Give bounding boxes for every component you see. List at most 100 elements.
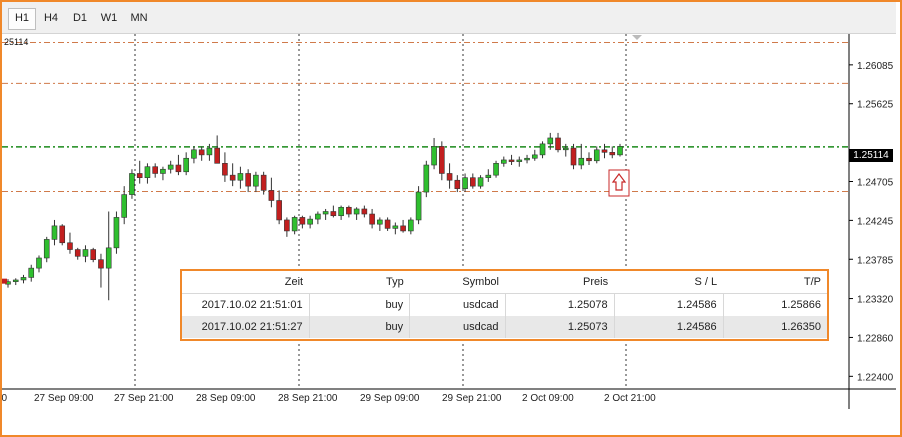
cell-sl: 1.24586 (614, 293, 724, 316)
price-axis-label: 1.22860 (857, 333, 894, 344)
cell-time: 2017.10.02 21:51:01 (182, 293, 310, 316)
candle-body (276, 200, 282, 221)
tf-h1-button[interactable]: H1 (8, 8, 36, 30)
tf-d1-button[interactable]: D1 (68, 8, 92, 28)
candle (214, 135, 220, 164)
candle (369, 208, 375, 229)
candle (183, 152, 189, 176)
candle (152, 163, 158, 178)
candle-body (59, 225, 66, 244)
candle-body (129, 173, 135, 195)
candle-body (555, 137, 561, 151)
table-row[interactable]: 2017.10.02 21:51:27 buy usdcad 1.25073 1… (182, 316, 827, 338)
time-axis-label: 2 Oct 21:00 (604, 393, 656, 404)
time-axis-label: 27 Sep 09:00 (34, 393, 94, 404)
candle (508, 154, 515, 166)
timeframe-toolbar: H1 H4 D1 W1 MN (2, 2, 896, 34)
cell-symbol: usdcad (409, 293, 506, 316)
candle (129, 169, 135, 199)
candle-body (322, 211, 329, 215)
time-axis-label: 27 Sep 21:00 (114, 393, 174, 404)
candle (454, 175, 461, 193)
candle-body (237, 173, 244, 181)
candle (524, 154, 530, 164)
candle (260, 171, 267, 195)
candle (555, 132, 561, 153)
candle (20, 274, 27, 284)
candle-body (315, 213, 321, 220)
candle (485, 169, 492, 182)
candle-body (617, 146, 623, 156)
candle-body (260, 174, 267, 191)
candle-body (423, 164, 430, 193)
time-axis-label: 29 Sep 21:00 (442, 393, 502, 404)
candle-body (67, 242, 73, 250)
candle-body (493, 163, 499, 176)
price-axis-label: 1.24705 (857, 177, 894, 188)
candle-body (570, 147, 577, 166)
candle (12, 278, 19, 286)
candle-body (485, 174, 492, 178)
candle-body (167, 164, 174, 170)
candle-body (214, 147, 220, 164)
candle-body (384, 219, 391, 229)
candle-body (586, 157, 592, 162)
candle-body (253, 174, 259, 187)
col-tp: T/P (723, 271, 827, 294)
tf-mn-button[interactable]: MN (126, 8, 152, 28)
candle (377, 217, 383, 231)
table-row[interactable]: 2017.10.02 21:51:01 buy usdcad 1.25078 1… (182, 293, 827, 316)
candle-body (439, 146, 445, 174)
candle (167, 160, 174, 174)
candle (268, 177, 275, 208)
candle (384, 217, 391, 231)
candle (191, 146, 197, 164)
cell-symbol: usdcad (409, 316, 506, 338)
candle-body (578, 157, 585, 166)
candle (67, 232, 73, 254)
candle-body (392, 225, 399, 229)
candle-body (36, 257, 42, 269)
candle (59, 224, 66, 246)
time-axis-label: 29 Sep 09:00 (360, 393, 420, 404)
candle (500, 156, 507, 167)
candle-body (361, 208, 368, 215)
candle-body (113, 217, 120, 249)
candle (446, 163, 453, 189)
col-preis: Preis (505, 271, 615, 294)
candle-body (268, 190, 275, 201)
candle (578, 143, 585, 170)
candle-body (562, 147, 569, 151)
col-typ: Typ (309, 271, 410, 294)
candle (237, 166, 244, 189)
price-axis-label: 1.23785 (857, 255, 894, 266)
candle-body (470, 177, 476, 187)
candle-body (206, 147, 213, 156)
candle (570, 143, 577, 170)
price-axis-label: 1.24245 (857, 216, 894, 227)
candle (593, 146, 600, 164)
candle (98, 253, 104, 288)
price-marker-left (2, 278, 7, 284)
candle-body (51, 225, 58, 240)
candle (353, 207, 360, 220)
candle-body (144, 166, 151, 178)
price-chart[interactable]: 1.26085 1.25625 1.24705 1.24245 1.23785 1.233… (2, 34, 896, 409)
price-axis-label: 1.26085 (857, 61, 894, 72)
candle (113, 211, 120, 254)
tf-w1-button[interactable]: W1 (97, 8, 121, 28)
price-axis-label: 1.25625 (857, 100, 894, 111)
candle (90, 247, 97, 263)
candle (562, 143, 569, 157)
candle (361, 205, 368, 218)
candle (43, 236, 50, 263)
candle-body (20, 277, 27, 281)
tf-h4-button[interactable]: H4 (39, 8, 63, 28)
candle (516, 156, 523, 167)
candle-body (90, 249, 97, 260)
candle-body (601, 149, 608, 153)
candle-body (415, 191, 422, 221)
candle (431, 137, 437, 170)
candle-body (291, 217, 298, 232)
cell-tp: 1.26350 (723, 316, 827, 338)
